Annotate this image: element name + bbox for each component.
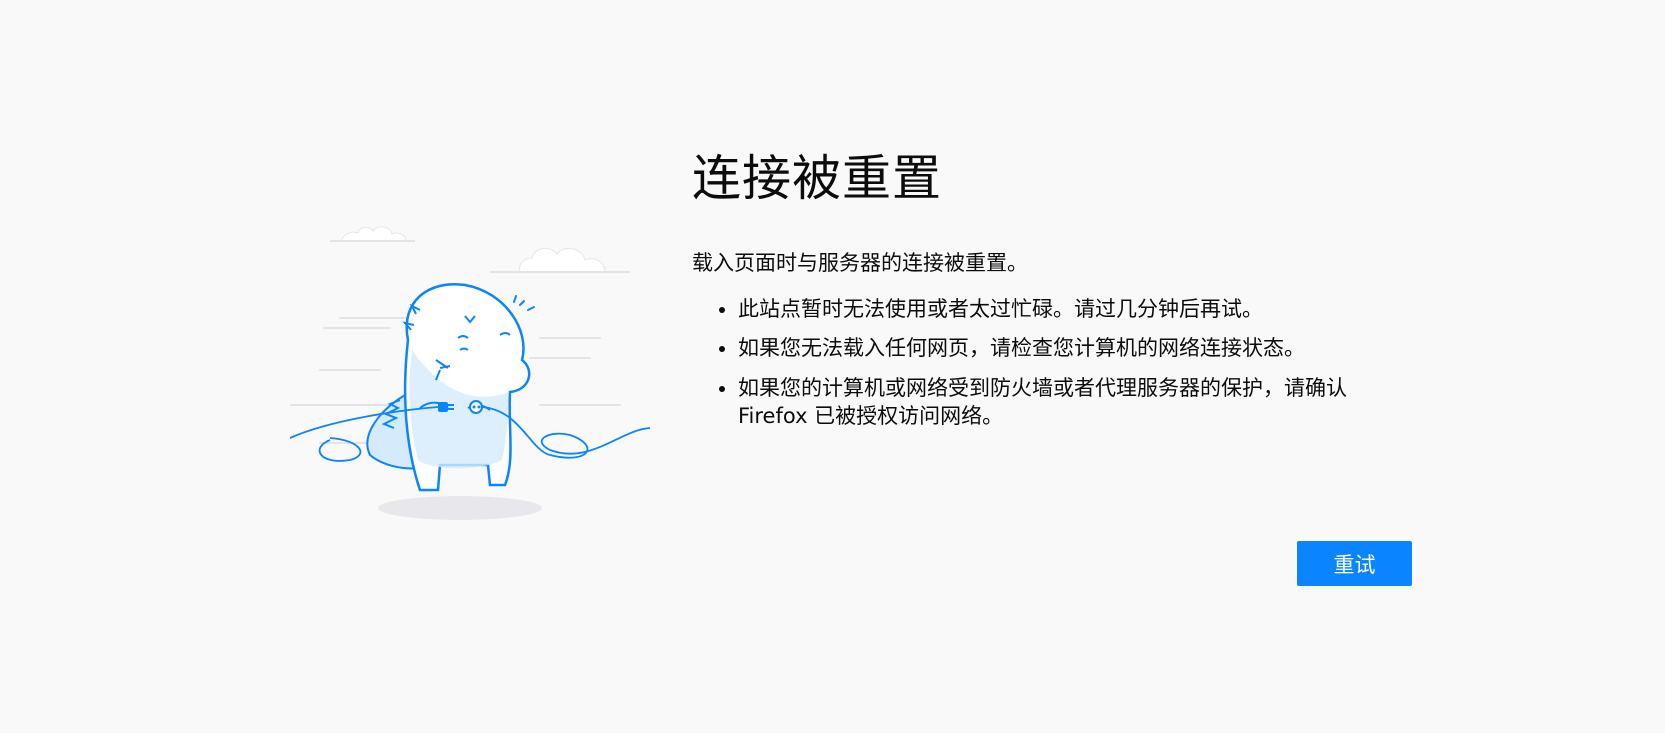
cloud-left-icon [330, 226, 415, 242]
error-content: 连接被重置 载入页面时与服务器的连接被重置。 此站点暂时无法使用或者太过忙碌。请… [692, 150, 1412, 442]
retry-button[interactable]: 重试 [1297, 541, 1412, 586]
reason-item: 此站点暂时无法使用或者太过忙碌。请过几分钟后再试。 [738, 295, 1412, 323]
error-reasons-list: 此站点暂时无法使用或者太过忙碌。请过几分钟后再试。 如果您无法载入任何网页，请检… [692, 295, 1412, 430]
cloud-right-icon [490, 247, 630, 273]
disconnected-dino-illustration [290, 226, 650, 520]
error-page: 连接被重置 载入页面时与服务器的连接被重置。 此站点暂时无法使用或者太过忙碌。请… [0, 0, 1665, 733]
reason-item: 如果您无法载入任何网页，请检查您计算机的网络连接状态。 [738, 334, 1412, 362]
error-title: 连接被重置 [692, 150, 943, 207]
error-intro: 载入页面时与服务器的连接被重置。 [692, 250, 1028, 275]
reason-item: 如果您的计算机或网络受到防火墙或者代理服务器的保护，请确认 Firefox 已被… [738, 374, 1412, 431]
